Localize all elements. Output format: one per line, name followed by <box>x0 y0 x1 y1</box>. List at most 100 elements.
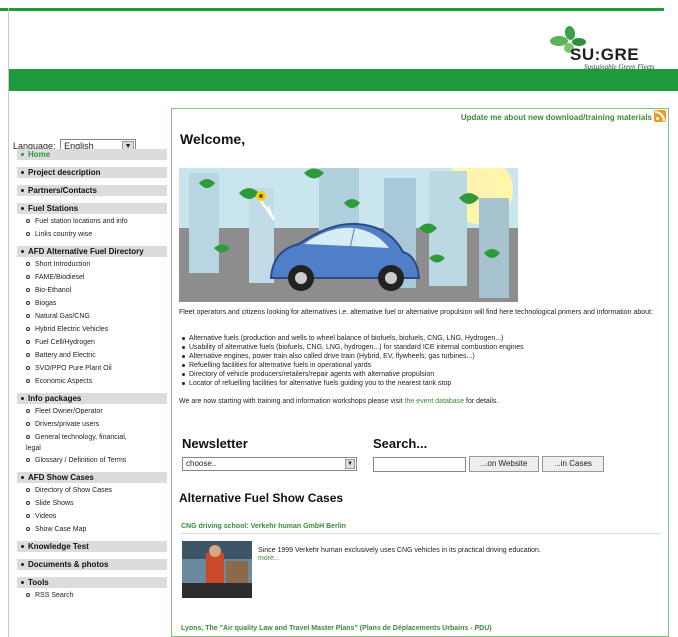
show-case-photo[interactable] <box>182 541 252 598</box>
event-notice: We are now starting with training and in… <box>179 397 663 406</box>
sidebar-subitem[interactable]: Drivers/private users <box>26 420 167 429</box>
sidebar-subitem[interactable]: legal <box>26 444 167 453</box>
sidebar-subitem[interactable]: Natural Gas/CNG <box>26 312 167 321</box>
update-link[interactable]: Update me about new download/training ma… <box>461 113 652 122</box>
feature-list-item: Alternative engines, power train also ca… <box>179 352 663 361</box>
sidebar-subitem[interactable]: Bio-Ethanol <box>26 286 167 295</box>
sidebar-item-label: Knowledge Test <box>28 542 89 551</box>
sidebar-subitem-label: Short Introduction <box>35 261 91 268</box>
divider <box>181 533 661 534</box>
circle-bullet-icon <box>26 327 30 332</box>
sidebar-subitem[interactable]: Short Introduction <box>26 260 167 269</box>
circle-bullet-icon <box>26 353 30 358</box>
show-case-title-link[interactable]: Lyons, The "Air quality Law and Travel M… <box>181 625 492 632</box>
sidebar-subitem-label: Fuel Cell/Hydrogen <box>35 339 95 346</box>
sidebar-subitem-label: Drivers/private users <box>35 421 100 428</box>
sidebar-subitem-label: General technology, financial, <box>35 434 127 441</box>
sidebar-item-label: Partners/Contacts <box>28 186 97 195</box>
show-cases-heading: Alternative Fuel Show Cases <box>179 491 344 505</box>
circle-bullet-icon <box>26 593 30 598</box>
intro-text: Fleet operators and citizens looking for… <box>179 309 653 316</box>
sidebar-subitem[interactable]: Show Case Map <box>26 525 167 534</box>
bullet-icon <box>21 581 24 585</box>
sidebar-subitem-label: legal <box>26 445 41 452</box>
sidebar-subitem-label: FAME/Biodiesel <box>35 274 85 281</box>
sidebar-subitem[interactable]: General technology, financial, <box>26 433 167 442</box>
sidebar-item-afd-alternative-fuel-directory[interactable]: AFD Alternative Fuel Directory <box>17 246 167 257</box>
newsletter-select[interactable]: choose.. ▼ <box>182 457 357 471</box>
sidebar-item-fuel-stations[interactable]: Fuel Stations <box>17 203 167 214</box>
main-content: Update me about new download/training ma… <box>171 108 669 637</box>
sidebar-item-documents-photos[interactable]: Documents & photos <box>17 559 167 570</box>
sugre-logo[interactable]: SU:GRE Sustainable Green Fleets <box>548 25 668 71</box>
sidebar-item-home[interactable]: Home <box>17 149 167 160</box>
event-notice-pre: We are now starting with training and in… <box>179 398 405 405</box>
sidebar-subitem[interactable]: Fuel station locations and info <box>26 217 167 226</box>
circle-bullet-icon <box>26 527 30 532</box>
event-notice-post: for details. <box>464 398 499 405</box>
green-nav-bar <box>9 69 678 91</box>
circle-bullet-icon <box>26 514 30 519</box>
sidebar-subitem-label: Links country wise <box>35 231 93 238</box>
bullet-icon <box>21 171 24 175</box>
sidebar-subitem-label: Biogas <box>35 300 57 307</box>
feature-list-item: Alternative fuels (production and wells … <box>179 334 663 343</box>
newsletter-select-value: choose.. <box>186 459 217 468</box>
circle-bullet-icon <box>26 275 30 280</box>
sidebar-subitem[interactable]: Economic Aspects <box>26 377 167 386</box>
sidebar-subitem[interactable]: Biogas <box>26 299 167 308</box>
search-website-button[interactable]: ...on Website <box>469 456 539 472</box>
sidebar-subitem[interactable]: Links country wise <box>26 230 167 239</box>
show-case-title-link[interactable]: CNG driving school: Verkehr human GmbH B… <box>181 523 346 530</box>
sidebar-subitem[interactable]: Fleet Owner/Operator <box>26 407 167 416</box>
sidebar-subitem[interactable]: Hybrid Electric Vehicles <box>26 325 167 334</box>
sidebar: Language: English ▼ Home Project descript… <box>9 91 167 637</box>
bullet-icon <box>21 207 24 211</box>
event-database-link[interactable]: the event database <box>405 398 465 405</box>
bullet-icon <box>21 545 24 549</box>
bullet-icon <box>21 476 24 480</box>
circle-bullet-icon <box>26 262 30 267</box>
rss-icon[interactable] <box>654 110 666 122</box>
sidebar-item-label: Tools <box>28 578 49 587</box>
sidebar-item-label: Fuel Stations <box>28 204 79 213</box>
sidebar-subitem[interactable]: Slide Shows <box>26 499 167 508</box>
feature-list-item: Refuelling facilities for alternative fu… <box>179 361 663 370</box>
sidebar-subitem[interactable]: SVO/PPO Pure Plant Oil <box>26 364 167 373</box>
sidebar-item-info-packages[interactable]: Info packages <box>17 393 167 404</box>
sidebar-subitem[interactable]: Fuel Cell/Hydrogen <box>26 338 167 347</box>
sidebar-subitem-label: Videos <box>35 513 57 520</box>
sidebar-subitem[interactable]: Battery and Electric <box>26 351 167 360</box>
sidebar-item-afd-show-cases[interactable]: AFD Show Cases <box>17 472 167 483</box>
sidebar-subitem[interactable]: Directory of Show Cases <box>26 486 167 495</box>
circle-bullet-icon <box>26 219 30 224</box>
dropdown-arrow-icon: ▼ <box>345 459 355 469</box>
feature-list-item: Locator of refuelling facilities for alt… <box>179 379 663 388</box>
sidebar-subitem[interactable]: Videos <box>26 512 167 521</box>
circle-bullet-icon <box>26 366 30 371</box>
search-cases-button[interactable]: ...in Cases <box>542 456 604 472</box>
circle-bullet-icon <box>26 409 30 414</box>
sidebar-subitem[interactable]: Glossary / Definition of Terms <box>26 456 167 465</box>
sidebar-subitem-label: Hybrid Electric Vehicles <box>35 326 109 333</box>
sidebar-item-knowledge-test[interactable]: Knowledge Test <box>17 541 167 552</box>
sidebar-item-partners-contacts[interactable]: Partners/Contacts <box>17 185 167 196</box>
sidebar-subitem-label: Slide Shows <box>35 500 74 507</box>
circle-bullet-icon <box>26 314 30 319</box>
more-link[interactable]: more... <box>258 555 280 562</box>
sidebar-subitem-label: Fuel station locations and info <box>35 218 128 225</box>
search-input[interactable] <box>373 457 466 472</box>
circle-bullet-icon <box>26 288 30 293</box>
sidebar-subitem-label: Battery and Electric <box>35 352 96 359</box>
sidebar-subitem[interactable]: FAME/Biodiesel <box>26 273 167 282</box>
sidebar-item-label: Info packages <box>28 394 82 403</box>
feature-list-item: Directory of vehicle producers/retailers… <box>179 370 663 379</box>
sidebar-item-project-description[interactable]: Project description <box>17 167 167 178</box>
sidebar-subitem-label: RSS Search <box>35 592 74 599</box>
sidebar-subitem[interactable]: RSS Search <box>26 591 167 600</box>
sidebar-subitem-label: Natural Gas/CNG <box>35 313 90 320</box>
sidebar-item-tools[interactable]: Tools <box>17 577 167 588</box>
bullet-icon <box>21 397 24 401</box>
sidebar-subitem-label: Fleet Owner/Operator <box>35 408 103 415</box>
search-heading: Search... <box>373 436 428 451</box>
